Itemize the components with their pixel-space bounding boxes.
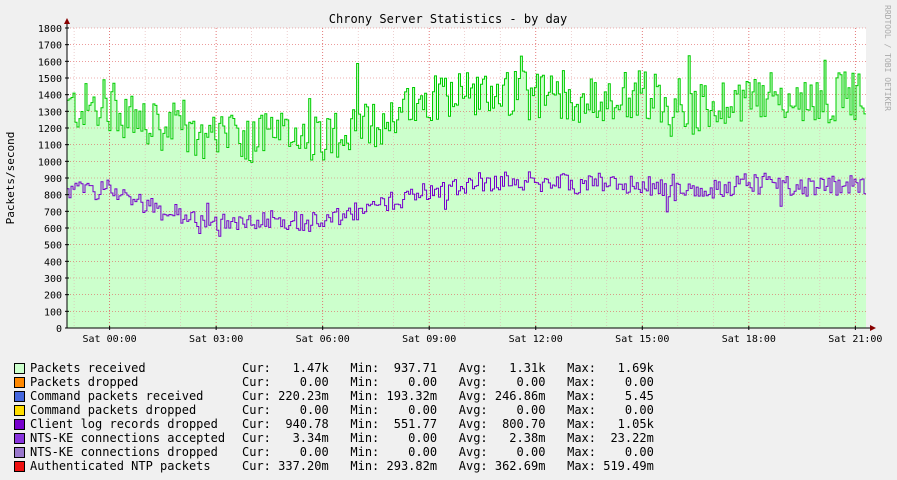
watermark: RRDTOOL / TOBI OETIKER <box>883 5 892 111</box>
legend-series-stats: Cur: 220.23m Min: 193.32m Avg: 246.86m M… <box>242 389 654 403</box>
legend-swatch <box>14 405 25 416</box>
legend-series-stats: Cur: 3.34m Min: 0.00 Avg: 2.38m Max: 23.… <box>242 431 654 445</box>
legend-series-name: Authenticated NTP packets <box>30 459 211 473</box>
legend-row: NTS-KE connections dropped Cur: 0.00 Min:… <box>14 445 884 459</box>
x-tick-label: Sat 21:00 <box>828 334 882 345</box>
y-tick-label: 1200 <box>38 124 62 135</box>
legend-series-name: Command packets dropped <box>30 403 197 417</box>
legend-series-stats: Cur: 0.00 Min: 0.00 Avg: 0.00 Max: 0.00 <box>242 445 654 459</box>
y-tick-label: 100 <box>44 307 62 318</box>
legend-series-name: Packets received <box>30 361 146 375</box>
y-tick-label: 1700 <box>38 41 62 52</box>
legend-series-name: Packets dropped <box>30 375 139 389</box>
y-tick-label: 600 <box>44 224 62 235</box>
x-tick-label: Sat 06:00 <box>296 334 350 345</box>
y-tick-label: 1100 <box>38 141 62 152</box>
y-tick-label: 1300 <box>38 107 62 118</box>
legend-swatch <box>14 377 25 388</box>
legend-series-name: NTS-KE connections accepted <box>30 431 226 445</box>
x-tick-label: Sat 03:00 <box>189 334 243 345</box>
legend-row: Packets received Cur: 1.47k Min: 937.71 A… <box>14 361 884 375</box>
x-tick-label: Sat 12:00 <box>509 334 563 345</box>
rrd-graph: Chrony Server Statistics - by day Packets… <box>0 0 897 480</box>
y-tick-label: 0 <box>56 324 62 335</box>
legend-series-stats: Cur: 940.78 Min: 551.77 Avg: 800.70 Max:… <box>242 417 654 431</box>
legend-swatch <box>14 419 25 430</box>
y-tick-label: 1500 <box>38 74 62 85</box>
x-axis-arrow <box>870 325 876 331</box>
legend-row: Client log records dropped Cur: 940.78 Mi… <box>14 417 884 431</box>
y-tick-label: 200 <box>44 291 62 302</box>
legend-row: Packets dropped Cur: 0.00 Min: 0.00 Avg: … <box>14 375 884 389</box>
legend-row: NTS-KE connections accepted Cur: 3.34m Mi… <box>14 431 884 445</box>
x-tick-label: Sat 09:00 <box>402 334 456 345</box>
legend-series-name: Client log records dropped <box>30 417 218 431</box>
legend-series-name: Command packets received <box>30 389 204 403</box>
legend-swatch <box>14 391 25 402</box>
y-tick-label: 1000 <box>38 157 62 168</box>
y-tick-label: 1600 <box>38 57 62 68</box>
chart-svg: Chrony Server Statistics - by day Packets… <box>4 5 892 345</box>
legend-swatch <box>14 433 25 444</box>
chart-title: Chrony Server Statistics - by day <box>329 12 567 26</box>
legend-series-stats: Cur: 0.00 Min: 0.00 Avg: 0.00 Max: 0.00 <box>242 375 654 389</box>
y-tick-label: 500 <box>44 241 62 252</box>
y-tick-label: 1400 <box>38 91 62 102</box>
legend-row: Command packets dropped Cur: 0.00 Min: 0.… <box>14 403 884 417</box>
legend: Packets received Cur: 1.47k Min: 937.71 A… <box>14 361 884 473</box>
y-tick-label: 400 <box>44 257 62 268</box>
legend-swatch <box>14 447 25 458</box>
legend-swatch <box>14 461 25 472</box>
x-tick-label: Sat 15:00 <box>615 334 669 345</box>
y-tick-label: 300 <box>44 274 62 285</box>
x-tick-label: Sat 18:00 <box>722 334 776 345</box>
legend-series-stats: Cur: 337.20m Min: 293.82m Avg: 362.69m M… <box>242 459 654 473</box>
legend-series-stats: Cur: 0.00 Min: 0.00 Avg: 0.00 Max: 0.00 <box>242 403 654 417</box>
y-tick-label: 700 <box>44 207 62 218</box>
legend-swatch <box>14 363 25 374</box>
legend-row: Authenticated NTP packets Cur: 337.20m Mi… <box>14 459 884 473</box>
y-axis-arrow <box>64 18 70 24</box>
y-tick-label: 800 <box>44 191 62 202</box>
legend-row: Command packets received Cur: 220.23m Min… <box>14 389 884 403</box>
y-axis-label: Packets/second <box>4 132 17 225</box>
y-tick-label: 1800 <box>38 24 62 35</box>
y-tick-label: 900 <box>44 174 62 185</box>
x-tick-label: Sat 00:00 <box>83 334 137 345</box>
legend-series-name: NTS-KE connections dropped <box>30 445 218 459</box>
legend-series-stats: Cur: 1.47k Min: 937.71 Avg: 1.31k Max: 1… <box>242 361 654 375</box>
